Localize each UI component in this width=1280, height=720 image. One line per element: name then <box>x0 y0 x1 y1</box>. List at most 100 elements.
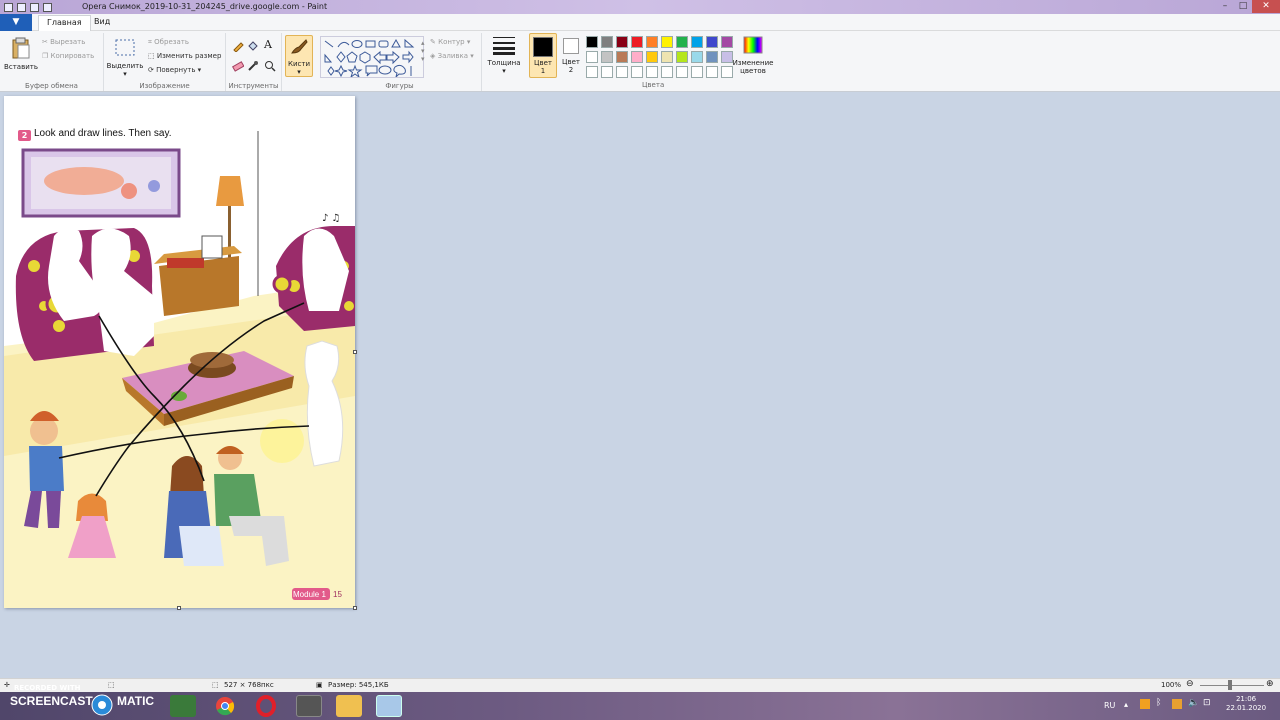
minecraft-icon[interactable] <box>170 695 196 717</box>
crop-button[interactable]: ⌗ Обрезать <box>148 38 189 47</box>
palette-swatch[interactable] <box>646 66 658 78</box>
resize-handle-right[interactable] <box>353 350 357 354</box>
select-button[interactable]: Выделить ▾ <box>106 38 144 78</box>
colors-group-label: Цвета <box>642 81 665 89</box>
screen-capture-icon[interactable] <box>296 695 322 717</box>
palette-swatch[interactable] <box>616 36 628 48</box>
fill-icon: ◈ <box>430 52 438 60</box>
palette-swatch[interactable] <box>586 66 598 78</box>
file-explorer-icon[interactable] <box>336 695 362 717</box>
resize-button[interactable]: ⬚ Изменить размер <box>148 52 221 60</box>
pencil-icon[interactable] <box>232 40 244 52</box>
color-palette[interactable] <box>586 36 734 79</box>
palette-swatch[interactable] <box>631 36 643 48</box>
tray-app-icon[interactable] <box>1140 699 1150 709</box>
file-menu-button[interactable]: ▼ <box>0 14 32 31</box>
opera-icon[interactable] <box>253 695 279 717</box>
clock-time: 21:06 <box>1235 695 1257 703</box>
palette-swatch[interactable] <box>661 66 673 78</box>
palette-swatch[interactable] <box>676 51 688 63</box>
palette-swatch[interactable] <box>601 51 613 63</box>
paint-icon[interactable] <box>376 695 402 717</box>
outline-button[interactable]: ✎ Контур ▾ <box>430 38 470 46</box>
clock[interactable]: 21:06 22.01.2020 <box>1226 695 1266 713</box>
tab-home[interactable]: Главная <box>38 15 91 31</box>
palette-swatch[interactable] <box>676 66 688 78</box>
canvas-area[interactable]: 2 Look and draw lines. Then say. ♪ ♫ Mod… <box>0 92 1280 678</box>
tray-expand-icon[interactable]: ▴ <box>1124 700 1128 709</box>
color2-button[interactable]: Цвет 2 <box>558 33 584 74</box>
color-picker-icon[interactable] <box>247 60 259 72</box>
palette-swatch[interactable] <box>676 36 688 48</box>
palette-swatch[interactable] <box>616 51 628 63</box>
magnifier-icon[interactable] <box>264 60 276 72</box>
brushes-button[interactable]: Кисти ▾ <box>285 35 313 77</box>
palette-swatch[interactable] <box>661 36 673 48</box>
shapes-scroll-icon[interactable]: ▴ ▾ ▾ <box>421 39 425 63</box>
resize-label: Изменить размер <box>156 52 222 60</box>
resize-handle-corner[interactable] <box>353 606 357 610</box>
fill-label: Заливка <box>437 52 469 60</box>
palette-swatch[interactable] <box>691 36 703 48</box>
language-indicator[interactable]: RU <box>1104 701 1115 710</box>
palette-swatch[interactable] <box>601 36 613 48</box>
color1-button[interactable]: Цвет 1 <box>529 33 557 78</box>
chrome-icon[interactable] <box>212 695 238 717</box>
scissors-icon: ✂ <box>42 38 51 46</box>
palette-swatch[interactable] <box>586 36 598 48</box>
zoom-slider-thumb[interactable] <box>1228 680 1232 690</box>
palette-swatch[interactable] <box>646 51 658 63</box>
screencast-logo-icon <box>91 694 113 716</box>
tools-group-label: Инструменты <box>228 82 279 90</box>
palette-swatch[interactable] <box>616 66 628 78</box>
cut-button[interactable]: ✂ Вырезать <box>42 38 85 46</box>
palette-swatch[interactable] <box>706 66 718 78</box>
maximize-button[interactable]: □ <box>1234 0 1252 13</box>
palette-swatch[interactable] <box>691 66 703 78</box>
canvas-image[interactable]: 2 Look and draw lines. Then say. ♪ ♫ Mod… <box>4 96 355 608</box>
edit-colors-label: Изменение <box>732 59 774 67</box>
palette-swatch[interactable] <box>631 66 643 78</box>
zoom-out-button[interactable]: ⊖ <box>1186 679 1194 689</box>
text-tool-icon[interactable]: A <box>264 38 272 51</box>
volume-icon[interactable]: 🔈 <box>1188 698 1199 708</box>
palette-swatch[interactable] <box>661 51 673 63</box>
outline-label: Контур <box>438 38 465 46</box>
close-button[interactable]: ✕ <box>1252 0 1280 13</box>
palette-swatch[interactable] <box>646 36 658 48</box>
fill-button[interactable]: ◈ Заливка ▾ <box>430 52 474 60</box>
copy-label: Копировать <box>50 52 95 60</box>
rotate-button[interactable]: ⟳ Повернуть ▾ <box>148 66 201 74</box>
bluetooth-icon[interactable]: ᛒ <box>1156 698 1161 708</box>
zoom-in-button[interactable]: ⊕ <box>1266 679 1274 689</box>
palette-swatch[interactable] <box>586 51 598 63</box>
size-chevron-down-icon: ▾ <box>502 67 506 75</box>
title-bar: Opera Снимок_2019-10-31_204245_drive.goo… <box>0 0 1280 14</box>
palette-swatch[interactable] <box>691 51 703 63</box>
save-icon[interactable] <box>17 2 26 12</box>
tab-view[interactable]: Вид <box>86 15 118 31</box>
eraser-icon[interactable] <box>232 60 244 72</box>
size-button[interactable]: Толщина ▾ <box>486 35 522 75</box>
edit-colors-button[interactable]: Изменение цветов <box>730 35 776 75</box>
shapes-gallery[interactable] <box>320 36 424 78</box>
tray-app-icon-2[interactable] <box>1172 699 1182 709</box>
redo-icon[interactable] <box>43 2 52 12</box>
minimize-button[interactable]: – <box>1216 0 1234 13</box>
color2-label: Цвет <box>562 58 580 66</box>
palette-swatch[interactable] <box>631 51 643 63</box>
cursor-position-icon: ✛ <box>4 681 10 689</box>
undo-icon[interactable] <box>30 2 39 12</box>
paste-button[interactable]: Вставить <box>4 37 38 71</box>
fill-bucket-icon[interactable] <box>247 40 259 52</box>
file-size: Размер: 545,1КБ <box>328 681 389 689</box>
palette-swatch[interactable] <box>601 66 613 78</box>
zoom-slider-track[interactable] <box>1200 685 1264 686</box>
palette-swatch[interactable] <box>706 51 718 63</box>
network-icon[interactable]: ⊡ <box>1203 698 1211 708</box>
palette-swatch[interactable] <box>706 36 718 48</box>
resize-handle-bottom[interactable] <box>177 606 181 610</box>
copy-button[interactable]: ❐ Копировать <box>42 52 94 60</box>
cut-label: Вырезать <box>50 38 86 46</box>
watermark-screencast: SCREENCAST <box>10 694 93 708</box>
